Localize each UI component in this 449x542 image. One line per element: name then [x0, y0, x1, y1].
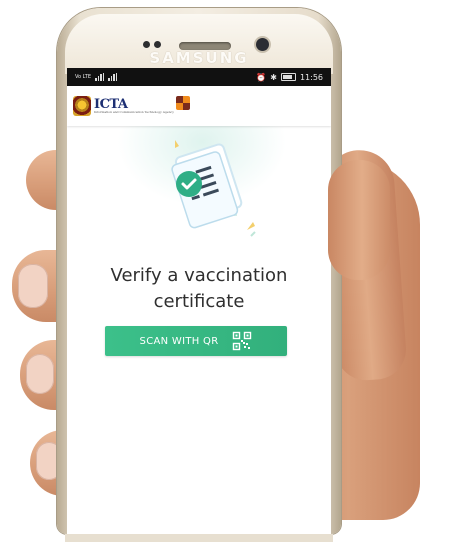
certificate-check-icon [171, 140, 256, 237]
signal-icon [108, 73, 117, 81]
alarm-icon: ⏰ [256, 72, 267, 82]
phone-screen: Vo LTE ⏰ ✱ 11:56 ICTA Information and Co… [67, 68, 331, 534]
signal-icon [95, 73, 104, 81]
page-title: Verify a vaccination certificate [110, 265, 288, 312]
device-brand: SAMSUNG [149, 49, 249, 67]
status-time: 11:56 [299, 72, 323, 82]
sensor-icon [143, 41, 150, 48]
bluetooth-icon: ✱ [270, 72, 277, 82]
status-bar: Vo LTE ⏰ ✱ 11:56 [67, 68, 331, 86]
scan-button-label: SCAN WITH QR [139, 335, 219, 347]
scan-with-qr-button[interactable]: SCAN WITH QR [105, 326, 287, 356]
app-bar: ICTA Information and Communication Techn… [67, 86, 331, 126]
icta-pinwheel-icon [175, 96, 190, 110]
phone-body: SAMSUNG Vo LTE ⏰ ✱ 11:56 ICTA Informatio… [57, 8, 341, 542]
icta-logo: ICTA Information and Communication Techn… [94, 98, 174, 114]
qr-code-icon [233, 331, 252, 351]
icta-logo-subtext: Information and Communication Technology… [94, 110, 174, 114]
sensor-icon [154, 41, 161, 48]
sri-lanka-crest-logo [73, 96, 91, 116]
hand-thumb-tip [328, 160, 390, 280]
battery-icon [280, 73, 296, 81]
volte-indicator: Vo LTE [75, 74, 91, 80]
phone-bottom-bezel [65, 534, 333, 542]
